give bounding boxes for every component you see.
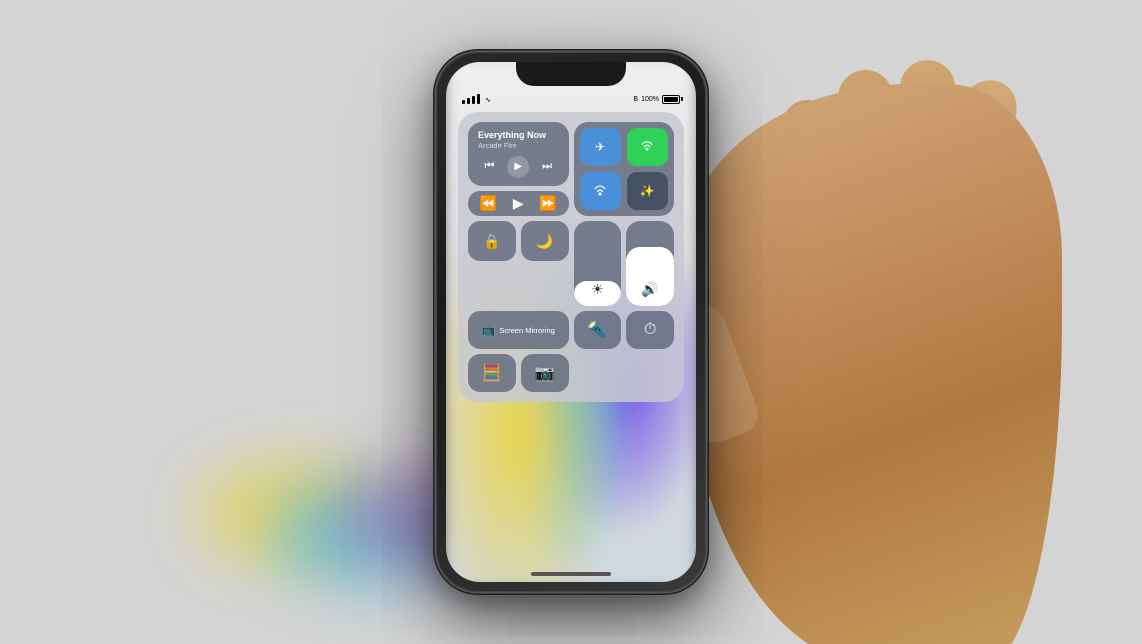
home-indicator[interactable] xyxy=(531,572,611,576)
calculator-icon: 🧮 xyxy=(482,363,502,383)
flashlight-button[interactable]: 🔦 xyxy=(574,311,622,349)
bluetooth-icon: ✨ xyxy=(640,184,655,198)
play-button[interactable]: ▶ xyxy=(507,156,529,178)
brightness-icon: ☀ xyxy=(591,281,604,298)
signal-bar-4 xyxy=(477,94,480,104)
cellular-icon xyxy=(640,139,654,156)
status-bar: ∿ B 100% xyxy=(462,90,680,108)
camera-button[interactable]: 📷 xyxy=(521,354,569,392)
calculator-button[interactable]: 🧮 xyxy=(468,354,516,392)
iphone-x: ∿ B 100% ✈ xyxy=(436,52,706,592)
bluetooth-button[interactable]: ✨ xyxy=(627,172,668,210)
song-artist: Arcade Fire xyxy=(478,141,559,150)
volume-slider[interactable]: 🔊 xyxy=(626,221,674,306)
play-pause-button[interactable]: ▶ xyxy=(513,195,524,212)
camera-icon: 📷 xyxy=(535,363,555,383)
media-transport-bar: ⏪ ▶ ⏩ xyxy=(468,191,569,216)
status-right: B 100% xyxy=(631,95,680,104)
flashlight-icon: 🔦 xyxy=(587,320,607,340)
song-title: Everything Now xyxy=(478,130,559,141)
screen-mirroring-button[interactable]: 📺 Screen Mirroring xyxy=(468,311,569,349)
volume-icon: 🔊 xyxy=(641,281,658,298)
do-not-disturb-button[interactable]: 🌙 xyxy=(521,221,569,261)
do-not-disturb-icon: 🌙 xyxy=(536,233,553,250)
prev-button[interactable]: ⏮ xyxy=(484,160,494,173)
music-card: Everything Now Arcade Fire ⏮ ▶ ⏭ xyxy=(468,122,569,186)
next-button[interactable]: ⏭ xyxy=(542,160,552,173)
connectivity-block: ✈ xyxy=(574,122,675,216)
music-controls: ⏮ ▶ ⏭ xyxy=(478,156,559,178)
iphone-screen: ∿ B 100% ✈ xyxy=(446,62,696,582)
screen-mirroring-icon: 📺 xyxy=(482,324,496,337)
screen-mirroring-label: Screen Mirroring xyxy=(499,326,554,335)
signal-bars: ∿ xyxy=(462,94,491,104)
cc-grid: ✈ xyxy=(468,122,674,392)
portrait-lock-icon: 🔒 xyxy=(483,233,500,250)
iphone-notch xyxy=(516,62,626,86)
battery-icon xyxy=(662,95,680,104)
signal-bar-1 xyxy=(462,100,465,104)
fast-forward-button[interactable]: ⏩ xyxy=(539,195,556,212)
airplane-mode-button[interactable]: ✈ xyxy=(580,128,621,166)
battery-percent-text: 100% xyxy=(641,96,659,103)
wifi-icon: ∿ xyxy=(485,96,491,104)
bluetooth-status: B xyxy=(631,96,638,103)
cellular-button[interactable] xyxy=(627,128,668,166)
signal-bar-2 xyxy=(467,98,470,104)
timer-button[interactable]: ⏱ xyxy=(626,311,674,349)
wifi-button[interactable] xyxy=(580,172,621,210)
brightness-slider[interactable]: ☀ xyxy=(574,221,622,306)
wifi-icon-btn xyxy=(593,183,607,200)
airplane-icon: ✈ xyxy=(595,140,605,154)
rewind-button[interactable]: ⏪ xyxy=(480,195,497,212)
control-center: ✈ xyxy=(458,112,684,402)
scene: ∿ B 100% ✈ xyxy=(0,0,1142,644)
signal-bar-3 xyxy=(472,96,475,104)
timer-icon: ⏱ xyxy=(644,321,656,339)
battery-fill xyxy=(664,97,678,102)
portrait-lock-button[interactable]: 🔒 xyxy=(468,221,516,261)
